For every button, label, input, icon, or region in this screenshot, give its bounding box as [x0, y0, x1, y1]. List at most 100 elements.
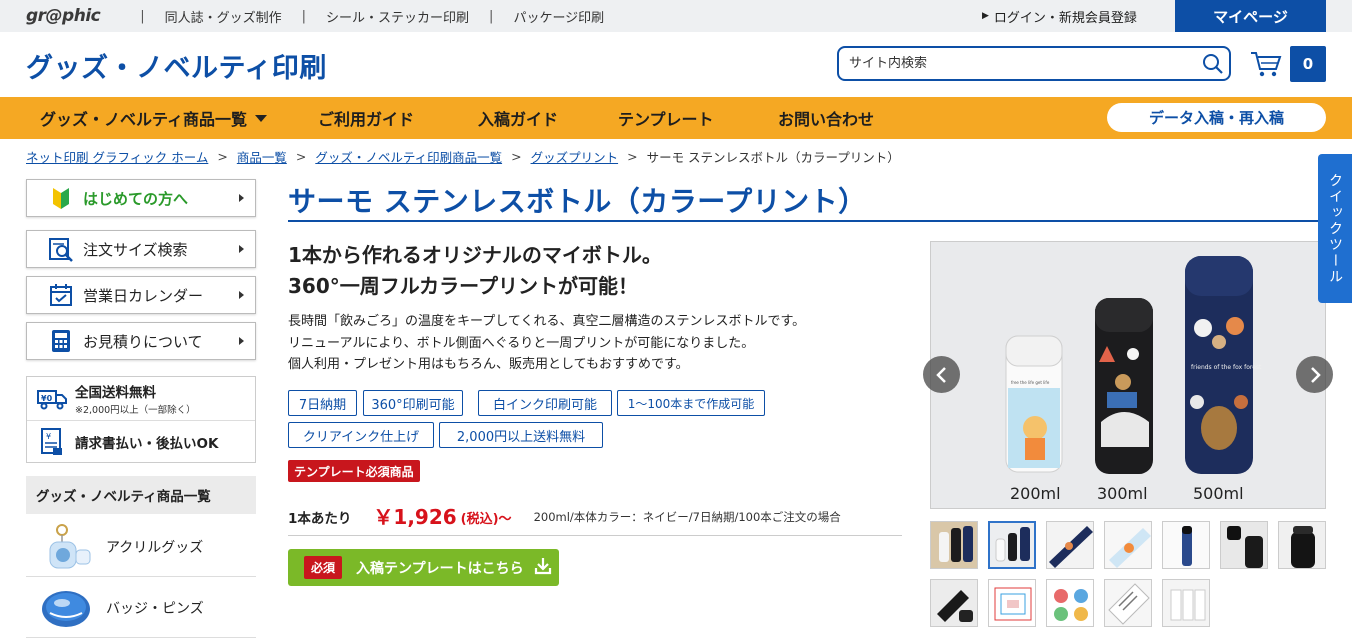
graphic-logo[interactable]: gr@phic [26, 6, 101, 26]
size-label: 300ml [1097, 484, 1148, 503]
chevron-left-icon [935, 366, 946, 383]
nav-guide[interactable]: ご利用ガイド [318, 97, 414, 139]
sidebar-beginner-button[interactable]: はじめての方へ [26, 179, 256, 217]
category-label: バッジ・ピンズ [106, 600, 204, 617]
arrow-right-icon [239, 245, 244, 253]
search-icon[interactable] [1197, 48, 1229, 80]
sidebar-estimate-label: お見積りについて [83, 332, 203, 351]
search-input[interactable] [849, 56, 1197, 71]
gallery-thumbnail[interactable] [1046, 579, 1094, 627]
product-title: サーモ ステンレスボトル（カラープリント） [288, 180, 1318, 222]
feature-tag: 白インク印刷可能 [478, 390, 612, 416]
breadcrumb-separator: > [217, 149, 228, 164]
data-upload-button[interactable]: データ入稿・再入稿 [1107, 103, 1326, 132]
badge-image [38, 582, 98, 634]
thumbnail-image [1221, 522, 1267, 568]
price-condition: 200ml/本体カラー：ネイビー/7日納期/100本ご注文の場合 [533, 509, 841, 524]
size-label: 500ml [1193, 484, 1244, 503]
top-links: | 同人誌・グッズ制作 | シール・ステッカー印刷 | パッケージ印刷 [120, 7, 604, 26]
mypage-button[interactable]: マイページ [1175, 0, 1326, 32]
template-download-label: 入稿テンプレートはこちら [356, 560, 524, 577]
sidebar-calendar-button[interactable]: 営業日カレンダー [26, 276, 256, 314]
breadcrumb-goods[interactable]: グッズ・ノベルティ印刷商品一覧 [315, 147, 502, 166]
separator: | [301, 8, 307, 24]
top-link-package[interactable]: パッケージ印刷 [513, 7, 604, 26]
gallery-thumbnail[interactable] [1046, 521, 1094, 569]
acrylic-keychain-image [38, 521, 98, 573]
service-info-box: ¥0 全国送料無料 ※2,000円以上（一部除く） ¥ 請求書払い・後払いOK [26, 376, 256, 463]
template-required-badge: テンプレート必須商品 [288, 460, 420, 482]
nav-template[interactable]: テンプレート [618, 97, 714, 139]
gallery-thumbnail[interactable] [1104, 521, 1152, 569]
invoice-text: 請求書払い・後払いOK [75, 436, 219, 452]
gallery-thumbnail[interactable] [1162, 521, 1210, 569]
description-line: リニューアルにより、ボトル側面へぐるりと一周プリントが可能になりました。 [288, 335, 755, 351]
breadcrumb-home[interactable]: ネット印刷 グラフィック ホーム [26, 147, 208, 166]
gallery-thumbnail[interactable] [1162, 579, 1210, 627]
feature-tag: 7日納期 [288, 390, 357, 416]
arrow-right-icon [239, 194, 244, 202]
gallery-thumbnail[interactable] [930, 579, 978, 627]
arrow-right-icon [239, 337, 244, 345]
price-label: 1本あたり [288, 510, 352, 527]
gallery-thumbnail[interactable] [988, 579, 1036, 627]
arrow-right-icon [239, 291, 244, 299]
nav-label: グッズ・ノベルティ商品一覧 [40, 110, 248, 129]
feature-tag: 2,000円以上送料無料 [439, 422, 603, 448]
required-badge: 必須 [304, 556, 343, 579]
cart-count-badge[interactable]: 0 [1290, 46, 1326, 82]
triangle-right-icon: ▶ [982, 11, 989, 21]
separator: | [140, 8, 145, 24]
description-line: 長時間「飲みごろ」の温度をキープしてくれる、真空二層構造のステンレスボトルです。 [288, 314, 806, 329]
gallery-thumbnail-active[interactable] [988, 521, 1036, 569]
invoice-payment-info[interactable]: ¥ 請求書払い・後払いOK [27, 420, 255, 463]
description-line: 個人利用・プレゼント用はもちろん、販売用としてもおすすめです。 [288, 357, 689, 372]
site-title[interactable]: グッズ・ノベルティ印刷 [26, 46, 327, 85]
top-link-sticker[interactable]: シール・ステッカー印刷 [326, 7, 469, 26]
breadcrumb-goods-print[interactable]: グッズプリント [531, 147, 619, 166]
feature-tag: クリアインク仕上げ [288, 422, 434, 448]
bottle-print-text: friends of the fox forest [1191, 364, 1262, 371]
thumbnail-image [990, 523, 1034, 567]
category-badge-pins[interactable]: バッジ・ピンズ [26, 578, 256, 638]
free-shipping-info[interactable]: ¥0 全国送料無料 ※2,000円以上（一部除く） [27, 377, 255, 420]
cart-icon[interactable] [1249, 48, 1283, 80]
product-catchcopy: 1本から作れるオリジナルのマイボトル。 360°一周フルカラープリントが可能！ [288, 240, 662, 302]
gallery-thumbnail[interactable] [930, 521, 978, 569]
category-acrylic-goods[interactable]: アクリルグッズ [26, 517, 256, 577]
thumbnail-image [931, 522, 977, 568]
breadcrumb-separator: > [511, 149, 522, 164]
price-row: 1本あたり ￥1,926 (税込)〜 200ml/本体カラー：ネイビー/7日納期… [288, 496, 902, 536]
sidebar-size-search-button[interactable]: 注文サイズ検索 [26, 230, 256, 268]
free-shipping-truck-icon: ¥0 [37, 388, 67, 410]
breadcrumb-products[interactable]: 商品一覧 [237, 147, 287, 166]
catchcopy-line: 1本から作れるオリジナルのマイボトル。 [288, 243, 662, 267]
gallery-next-button[interactable] [1296, 356, 1333, 393]
svg-text:free the life get life: free the life get life [1011, 380, 1050, 385]
breadcrumb: ネット印刷 グラフィック ホーム > 商品一覧 > グッズ・ノベルティ印刷商品一… [26, 147, 900, 166]
login-link[interactable]: ▶ ログイン・新規会員登録 [982, 0, 1137, 32]
template-download-button[interactable]: 必須 入稿テンプレートはこちら [288, 549, 559, 586]
svg-text:¥: ¥ [46, 432, 51, 441]
gallery-thumbnail[interactable] [1278, 521, 1326, 569]
quick-tool-tab[interactable]: クイックツール [1318, 154, 1352, 303]
gallery-prev-button[interactable] [923, 356, 960, 393]
nav-product-list[interactable]: グッズ・ノベルティ商品一覧 [40, 97, 268, 139]
gallery-thumbnail[interactable] [1104, 579, 1152, 627]
sidebar-estimate-button[interactable]: お見積りについて [26, 322, 256, 360]
sidebar-beginner-label: はじめての方へ [83, 189, 189, 208]
nav-submission-guide[interactable]: 入稿ガイド [478, 97, 558, 139]
price-value: ￥1,926 [373, 505, 457, 529]
beginner-mark-icon [47, 184, 75, 212]
nav-contact[interactable]: お問い合わせ [778, 97, 874, 139]
caret-down-icon [255, 114, 268, 122]
svg-text:¥0: ¥0 [41, 394, 53, 403]
top-link-doujinshi[interactable]: 同人誌・グッズ制作 [165, 7, 282, 26]
thumbnail-image [1105, 522, 1151, 568]
gallery-thumbnail[interactable] [1220, 521, 1268, 569]
breadcrumb-current: サーモ ステンレスボトル（カラープリント） [646, 150, 900, 165]
product-main-image: free the life get life friends of the fo… [930, 241, 1326, 509]
thumbnail-image [1047, 522, 1093, 568]
thumbnail-image [1105, 580, 1151, 626]
calculator-icon [47, 327, 75, 355]
